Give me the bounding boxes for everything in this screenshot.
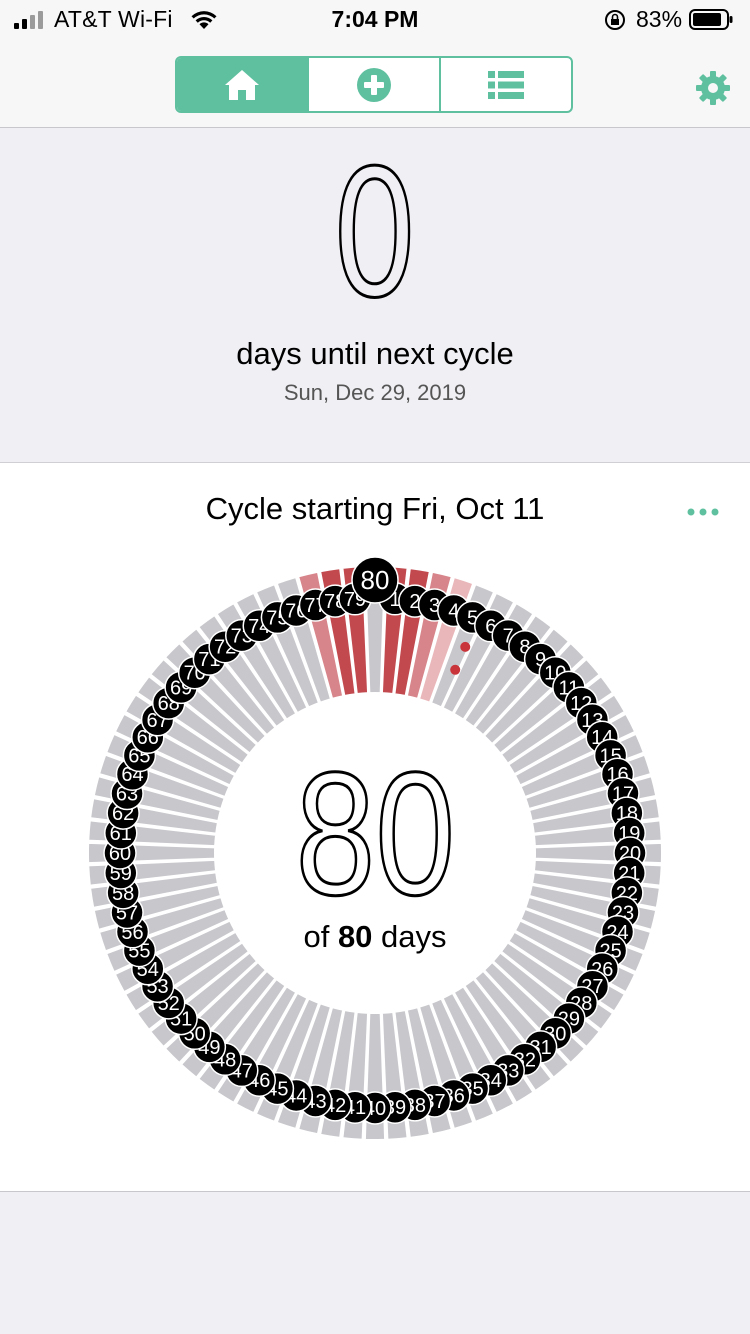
tab-add[interactable] bbox=[309, 58, 441, 111]
add-circle-icon bbox=[357, 67, 391, 102]
of-prefix: of bbox=[303, 919, 330, 954]
view-segmented-control bbox=[175, 56, 573, 113]
days-until-count: 0 bbox=[330, 134, 419, 337]
day-marker-label: 80 bbox=[361, 565, 390, 595]
current-day-number: 80 bbox=[294, 737, 456, 932]
battery-percentage: 83% bbox=[636, 6, 683, 32]
total-days: 80 bbox=[337, 919, 373, 954]
spotting-dot bbox=[450, 664, 461, 675]
cycle-card: Cycle starting Fri, Oct 11 1 2 3 4 5 6 7 8 9 10 11… bbox=[0, 463, 750, 1192]
next-cycle-summary: 0 days until next cycle Sun, Dec 29, 201… bbox=[0, 128, 750, 463]
home-icon bbox=[225, 69, 259, 100]
rotation-lock-icon bbox=[605, 10, 625, 30]
days-suffix: days bbox=[381, 919, 447, 954]
gear-icon[interactable] bbox=[695, 70, 731, 106]
nav-bar bbox=[0, 40, 750, 128]
list-icon bbox=[488, 70, 524, 99]
current-day-marker[interactable]: 80 bbox=[351, 556, 399, 604]
next-cycle-date: Sun, Dec 29, 2019 bbox=[283, 380, 467, 405]
tab-home[interactable] bbox=[177, 58, 309, 111]
tab-list[interactable] bbox=[441, 58, 571, 111]
status-bar: AT&T Wi-Fi 7:04 PM 83% bbox=[0, 0, 750, 40]
days-until-label: days until next cycle bbox=[236, 336, 514, 371]
cycle-length-label: of 80 days bbox=[0, 919, 750, 955]
spotting-dot bbox=[460, 641, 471, 652]
battery-icon bbox=[689, 9, 733, 30]
